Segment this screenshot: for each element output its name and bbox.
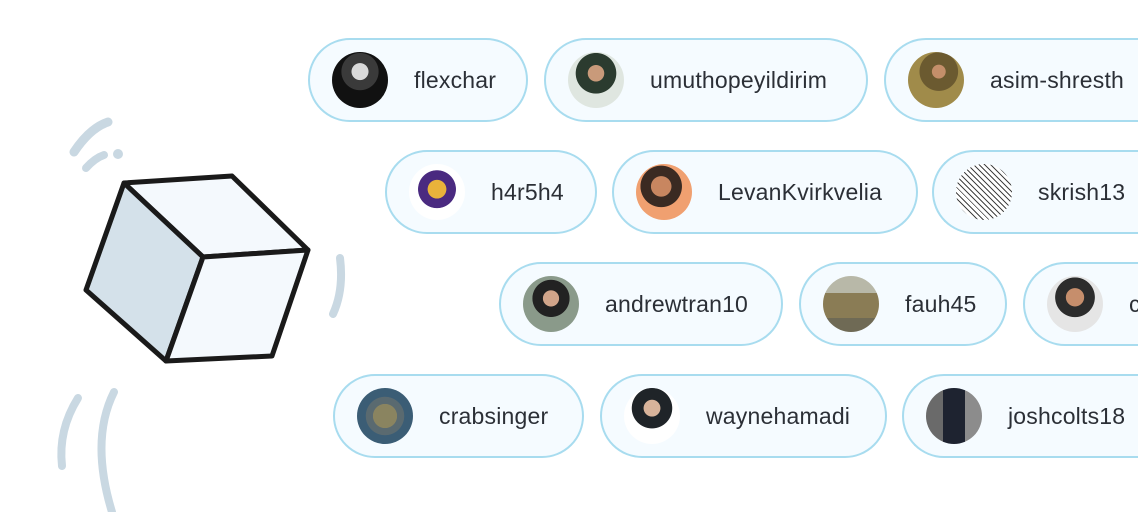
contributor-chip[interactable]: crabsinger — [333, 374, 584, 458]
contributor-chip[interactable]: andrewtran10 — [499, 262, 783, 346]
contributor-name: waynehamadi — [706, 402, 851, 429]
skrish13-avatar — [956, 164, 1012, 220]
contributor-chip[interactable]: h4r5h4 — [385, 150, 597, 234]
levankvirkvelia-avatar — [636, 164, 692, 220]
contributor-chip[interactable]: umuthopeyildirim — [544, 38, 868, 122]
fauh45-avatar — [823, 276, 879, 332]
contributor-chip[interactable]: flexchar — [308, 38, 528, 122]
contributor-chip[interactable]: skrish13 — [932, 150, 1138, 234]
contributor-name: andrewtran10 — [605, 290, 749, 317]
contributor-name: umuthopeyildirim — [650, 66, 828, 93]
motion-line-icon — [97, 388, 118, 512]
contributor-name: h4r5h4 — [491, 178, 564, 205]
motion-dot-icon — [113, 149, 123, 159]
contributor-chip[interactable]: LevanKvirkvelia — [612, 150, 918, 234]
asim-shrestha-avatar — [908, 52, 964, 108]
contributor-name: LevanKvirkvelia — [718, 178, 883, 205]
crabsinger-avatar — [357, 388, 413, 444]
contributor-chip[interactable]: asim-shresth — [884, 38, 1138, 122]
contributor-chip[interactable]: fauh45 — [799, 262, 1007, 346]
contributor-chip[interactable]: waynehamadi — [600, 374, 887, 458]
motion-line-icon — [329, 254, 346, 318]
contributor-name: crabsinger — [439, 402, 549, 429]
contributor-name: c — [1129, 291, 1138, 318]
contributor-name: skrish13 — [1038, 178, 1126, 205]
contributor-name: fauh45 — [905, 290, 977, 317]
flexchar-avatar — [332, 52, 388, 108]
waynehamadi-avatar — [624, 388, 680, 444]
motion-line-icon — [69, 117, 113, 157]
joshcolts18-avatar — [926, 388, 982, 444]
cut-off-user-avatar — [1047, 276, 1103, 332]
contributor-chip[interactable]: c — [1023, 262, 1138, 346]
motion-line-icon — [57, 394, 82, 470]
cube-icon — [83, 173, 311, 364]
umuthopeyildirim-avatar — [568, 52, 624, 108]
contributor-name: joshcolts18 — [1008, 402, 1126, 429]
contributor-name: asim-shresth — [990, 66, 1125, 93]
h4r5h4-avatar — [409, 164, 465, 220]
motion-line-icon — [82, 151, 108, 172]
contributor-chip[interactable]: joshcolts18 — [902, 374, 1138, 458]
contributor-name: flexchar — [414, 66, 497, 93]
andrewtran10-avatar — [523, 276, 579, 332]
